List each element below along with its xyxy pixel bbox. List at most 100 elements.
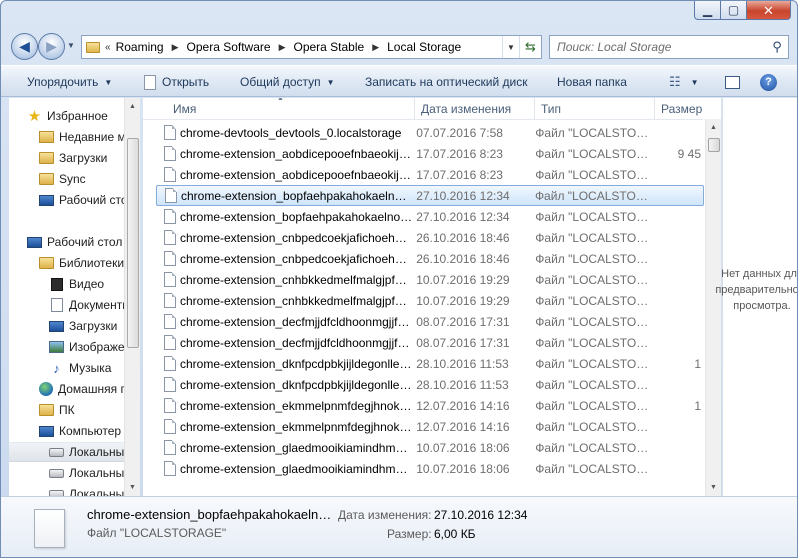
chevron-down-icon: ▼ bbox=[690, 77, 699, 87]
column-header-row: ▲ Имя Дата изменения Тип Размер bbox=[143, 98, 703, 120]
back-button[interactable]: ◀ bbox=[11, 33, 38, 60]
file-name: chrome-extension_bopfaehpakahokaelnoleib… bbox=[181, 188, 412, 203]
libraries-icon bbox=[39, 257, 54, 269]
column-header-label: Дата изменения bbox=[421, 102, 512, 116]
address-bar[interactable]: « Roaming ▶ Opera Software ▶ Opera Stabl… bbox=[81, 35, 542, 59]
minimize-button[interactable]: ▁ bbox=[694, 1, 721, 20]
share-label: Общий доступ bbox=[240, 75, 321, 89]
file-row[interactable]: chrome-extension_decfmjjdfcldhoonmgjjfpc… bbox=[156, 332, 704, 353]
file-row[interactable]: chrome-extension_cnbpedcoekjafichoehbkbh… bbox=[156, 248, 704, 269]
column-header-size[interactable]: Размер bbox=[655, 98, 703, 120]
sidebar-item-label: Избранное bbox=[47, 109, 108, 123]
file-row[interactable]: chrome-extension_aobdicepooefnbaeokijohm… bbox=[156, 164, 704, 185]
change-view-button[interactable]: ☷ ▼ bbox=[669, 73, 699, 91]
file-icon bbox=[164, 251, 176, 266]
file-row[interactable]: chrome-extension_ekmmelpnmfdegjhnokjfmni… bbox=[156, 416, 704, 437]
file-date: 26.10.2016 18:46 bbox=[416, 251, 510, 266]
scrollbar-thumb[interactable] bbox=[708, 138, 720, 152]
file-row[interactable]: chrome-extension_bopfaehpakahokaelnoleib… bbox=[156, 185, 704, 206]
file-icon bbox=[164, 461, 176, 476]
file-row[interactable]: chrome-extension_glaedmooikiamindhmhbkdf… bbox=[156, 458, 704, 479]
help-button[interactable]: ? bbox=[760, 73, 777, 91]
file-date: 28.10.2016 11:53 bbox=[416, 356, 509, 371]
file-size: 1 bbox=[694, 398, 702, 413]
sidebar-item-label: Загрузки bbox=[69, 319, 118, 333]
scroll-up-icon[interactable]: ▲ bbox=[125, 98, 140, 115]
search-box[interactable]: ⚲ bbox=[549, 35, 789, 59]
navigation-pane-scrollbar[interactable]: ▲ ▼ bbox=[124, 98, 140, 496]
file-row[interactable]: chrome-extension_cnhbkkedmelfmalgjpfmlhi… bbox=[156, 290, 704, 311]
sidebar-item-label: Документы bbox=[69, 298, 131, 312]
file-type: Файл "LOCALSTORAGE" bbox=[535, 398, 654, 413]
sidebar-item-label: Загрузки bbox=[59, 151, 108, 165]
maximize-button[interactable]: ▢ bbox=[721, 1, 747, 20]
scroll-down-icon[interactable]: ▼ bbox=[125, 479, 140, 496]
scroll-up-icon[interactable]: ▲ bbox=[706, 119, 721, 136]
file-name: chrome-extension_aobdicepooefnbaeokijohm… bbox=[180, 167, 413, 182]
column-header-date[interactable]: Дата изменения bbox=[415, 98, 535, 120]
breadcrumb-opera-stable[interactable]: Opera Stable bbox=[293, 40, 364, 54]
file-row[interactable]: chrome-extension_dknfpcdpbkjijldegonlleo… bbox=[156, 374, 704, 395]
computer-icon bbox=[39, 425, 54, 437]
file-name: chrome-devtools_devtools_0.localstorage bbox=[180, 125, 402, 140]
file-date: 26.10.2016 18:46 bbox=[416, 230, 510, 245]
preview-pane: Нет данных для предварительного просмотр… bbox=[715, 98, 797, 496]
address-overflow-chevron[interactable]: « bbox=[105, 42, 111, 53]
file-row[interactable]: chrome-extension_bopfaehpakahokaelnoleib… bbox=[156, 206, 704, 227]
forward-button[interactable]: ▶ bbox=[38, 33, 65, 60]
breadcrumb-chevron-icon[interactable]: ▶ bbox=[172, 42, 179, 53]
documents-icon bbox=[51, 298, 63, 312]
file-row[interactable]: chrome-extension_cnbpedcoekjafichoehbkbh… bbox=[156, 227, 704, 248]
burn-button[interactable]: Записать на оптический диск bbox=[365, 73, 528, 91]
organize-button[interactable]: Упорядочить ▼ bbox=[27, 73, 112, 91]
breadcrumb-local-storage[interactable]: Local Storage bbox=[387, 40, 461, 54]
preview-pane-button[interactable] bbox=[725, 73, 740, 91]
drive-icon bbox=[49, 447, 64, 457]
file-row[interactable]: chrome-extension_glaedmooikiamindhmhbkdf… bbox=[156, 437, 704, 458]
file-size: 9 45 bbox=[677, 146, 702, 161]
file-name: chrome-extension_dknfpcdpbkjijldegonlleo… bbox=[180, 377, 413, 392]
file-row[interactable]: chrome-extension_decfmjjdfcldhoonmgjjfpc… bbox=[156, 311, 704, 332]
scrollbar-thumb[interactable] bbox=[127, 138, 139, 348]
open-button[interactable]: Открыть bbox=[144, 73, 209, 91]
address-history-dropdown[interactable]: ▼ bbox=[502, 36, 519, 58]
details-modified-label: Дата изменения: bbox=[338, 508, 432, 522]
file-row[interactable]: chrome-extension_dknfpcdpbkjijldegonlleo… bbox=[156, 353, 704, 374]
recent-pages-dropdown[interactable]: ▼ bbox=[67, 41, 75, 50]
file-row[interactable]: chrome-extension_cnhbkkedmelfmalgjpfmlhi… bbox=[156, 269, 704, 290]
column-header-name[interactable]: ▲ Имя bbox=[143, 98, 415, 120]
drive-icon bbox=[49, 468, 64, 478]
search-icon[interactable]: ⚲ bbox=[766, 39, 788, 55]
search-input[interactable] bbox=[557, 37, 766, 57]
close-button[interactable]: ✕ bbox=[747, 1, 791, 20]
title-bar: ▁ ▢ ✕ bbox=[1, 1, 797, 27]
file-date: 17.07.2016 8:23 bbox=[416, 146, 503, 161]
share-button[interactable]: Общий доступ ▼ bbox=[240, 73, 335, 91]
refresh-icon[interactable]: ⇆ bbox=[519, 36, 541, 58]
file-row[interactable]: chrome-devtools_devtools_0.localstorage 0… bbox=[156, 122, 704, 143]
column-header-type[interactable]: Тип bbox=[535, 98, 655, 120]
file-row[interactable]: chrome-extension_ekmmelpnmfdegjhnokjfmni… bbox=[156, 395, 704, 416]
homegroup-icon bbox=[39, 382, 53, 396]
file-name: chrome-extension_cnhbkkedmelfmalgjpfmlhi… bbox=[180, 293, 412, 308]
new-folder-button[interactable]: Новая папка bbox=[557, 73, 627, 91]
file-icon bbox=[164, 377, 176, 392]
pc-icon bbox=[39, 404, 54, 416]
file-name: chrome-extension_cnbpedcoekjafichoehbkbh… bbox=[180, 251, 412, 266]
file-type: Файл "LOCALSTORAGE" bbox=[535, 125, 654, 140]
breadcrumb-roaming[interactable]: Roaming bbox=[116, 40, 164, 54]
column-header-label: Размер bbox=[661, 102, 703, 116]
open-label: Открыть bbox=[162, 75, 210, 89]
breadcrumb-chevron-icon[interactable]: ▶ bbox=[372, 42, 379, 53]
column-header-label: Имя bbox=[173, 102, 197, 116]
sidebar-item-local-disk-1[interactable]: Локальный диск bbox=[9, 442, 140, 462]
file-date: 10.07.2016 19:29 bbox=[416, 293, 510, 308]
details-file-name: chrome-extension_bopfaehpakahokaelnoleib… bbox=[87, 507, 337, 522]
downloads-icon bbox=[49, 320, 64, 332]
breadcrumb-chevron-icon[interactable]: ▶ bbox=[279, 42, 286, 53]
file-row[interactable]: chrome-extension_aobdicepooefnbaeokijohm… bbox=[156, 143, 704, 164]
images-icon bbox=[49, 341, 64, 353]
file-type: Файл "LOCALSTORAGE" bbox=[535, 146, 654, 161]
breadcrumb-opera-software[interactable]: Opera Software bbox=[187, 40, 271, 54]
scroll-down-icon[interactable]: ▼ bbox=[706, 479, 721, 496]
